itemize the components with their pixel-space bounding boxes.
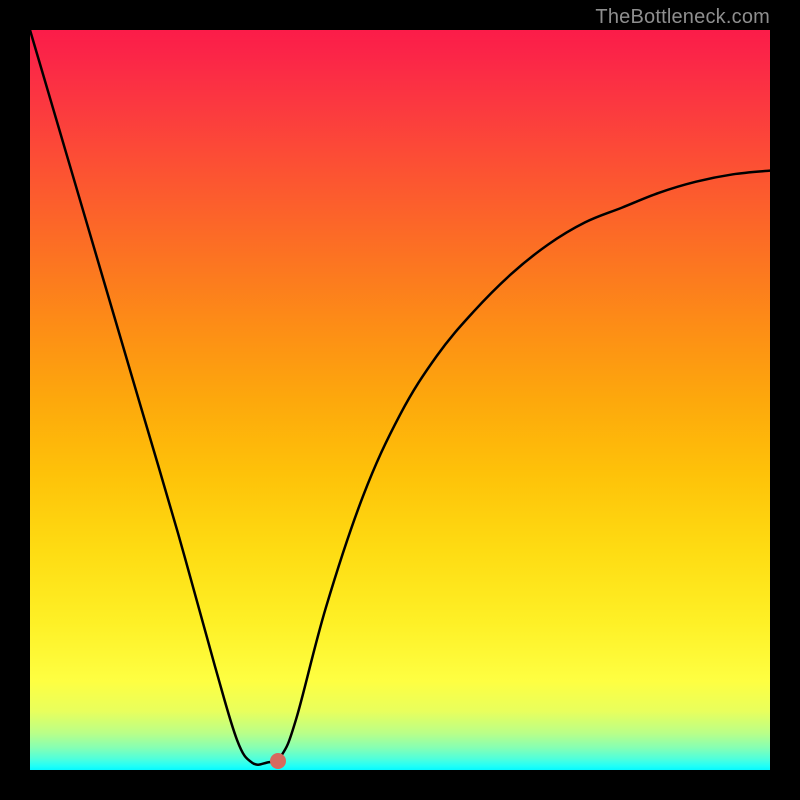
bottleneck-curve — [30, 30, 770, 770]
optimum-marker — [270, 753, 286, 769]
plot-area — [30, 30, 770, 770]
chart-stage: TheBottleneck.com — [0, 0, 800, 800]
watermark-text: TheBottleneck.com — [595, 6, 770, 29]
